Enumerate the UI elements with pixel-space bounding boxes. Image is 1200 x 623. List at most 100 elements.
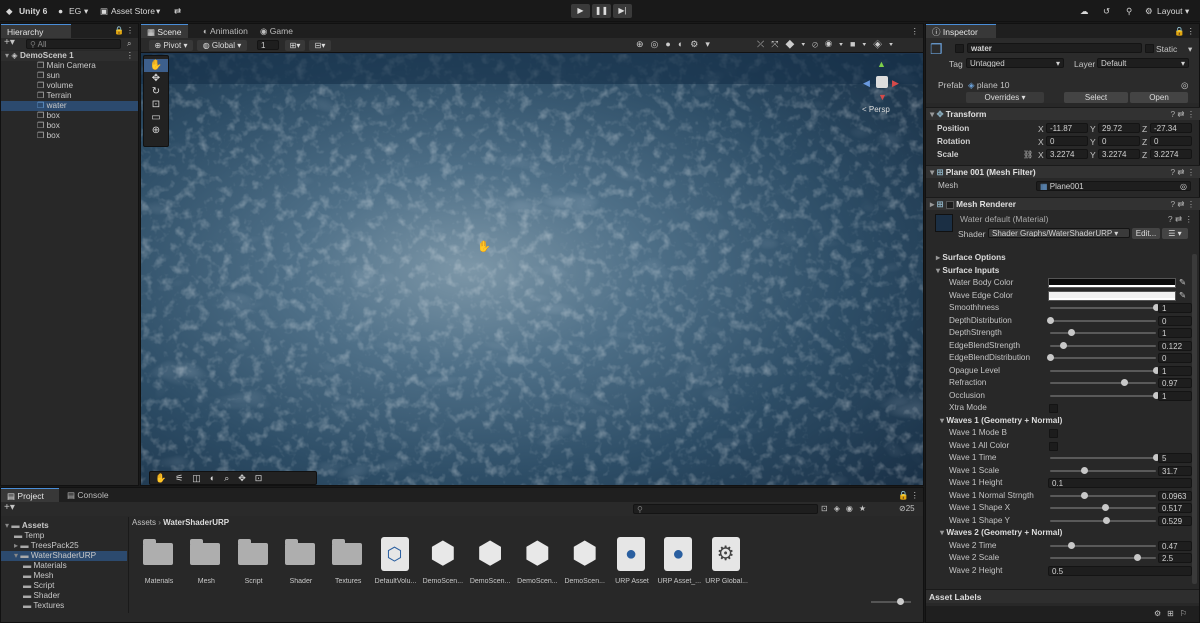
property-slider[interactable]: [1050, 541, 1156, 549]
shader-list-button[interactable]: ☰ ▾: [1162, 228, 1188, 239]
position-x-input[interactable]: -11.87: [1046, 123, 1088, 133]
hierarchy-search-input[interactable]: ⚲ All: [26, 39, 121, 49]
inspector-scrollbar[interactable]: [1192, 254, 1197, 584]
rotation-y-input[interactable]: 0: [1098, 136, 1140, 146]
project-tree-item[interactable]: ▬ Temp: [1, 531, 127, 541]
prefab-field[interactable]: ◈ plane 10: [968, 80, 1010, 91]
hierarchy-item[interactable]: ❒ sun: [1, 71, 138, 81]
transform-tool-icon[interactable]: ⊕: [144, 124, 168, 137]
property-slider[interactable]: [1050, 491, 1156, 499]
persp-label[interactable]: < Persp: [862, 105, 890, 114]
property-value-input[interactable]: 0.0963: [1158, 490, 1192, 501]
hierarchy-item[interactable]: ❒ box: [1, 111, 138, 121]
rect-tool-icon[interactable]: ▭: [144, 111, 168, 124]
more-icon[interactable]: ⋮: [1187, 26, 1196, 37]
property-value-input[interactable]: 0.517: [1158, 503, 1192, 513]
scale-z-input[interactable]: 3.2274: [1150, 149, 1192, 159]
zoom-slider[interactable]: [871, 598, 911, 605]
status-icons[interactable]: ⚙⊞⚐: [1154, 609, 1193, 618]
account-dropdown[interactable]: EG: [69, 6, 81, 16]
property-slider[interactable]: [1050, 554, 1156, 561]
property-slider[interactable]: [1050, 516, 1156, 524]
hand-tool-icon[interactable]: ✋: [144, 59, 168, 72]
search-filter-icons[interactable]: ⊡◈◉★: [821, 504, 872, 513]
property-slider[interactable]: [1047, 354, 1156, 361]
lock-icon[interactable]: 🔒: [1174, 26, 1185, 37]
settings-icon[interactable]: ⚙: [1145, 6, 1153, 17]
asset-labels-header[interactable]: Asset Labels: [926, 589, 1199, 603]
position-z-input[interactable]: -27.34: [1150, 123, 1192, 133]
transform-header[interactable]: ▾ ✥ Transform? ⇄ ⋮: [926, 107, 1200, 120]
hierarchy-item[interactable]: ❒ water: [1, 101, 138, 111]
pause-button[interactable]: ❚❚: [592, 4, 611, 18]
property-value-input[interactable]: 0.122: [1158, 340, 1192, 351]
hierarchy-item[interactable]: ❒ Terrain: [1, 91, 138, 101]
scale-tool-icon[interactable]: ⊡: [144, 98, 168, 111]
link-icon[interactable]: ⛓: [1023, 150, 1033, 159]
edit-shader-button[interactable]: Edit...: [1132, 228, 1160, 239]
property-slider[interactable]: [1050, 454, 1160, 461]
object-name-input[interactable]: water: [967, 43, 1142, 53]
property-checkbox[interactable]: [1049, 429, 1058, 438]
tab-inspector[interactable]: ⓘ Inspector: [926, 24, 996, 38]
property-value-input[interactable]: 0.5: [1048, 565, 1192, 576]
history-icon[interactable]: ↺: [1103, 6, 1110, 17]
scene-gizmo[interactable]: ▲ ▶ ◀ ▼ < Persp: [857, 56, 907, 116]
tab-game[interactable]: ◉ Game: [254, 24, 299, 38]
open-button[interactable]: Open: [1130, 92, 1188, 103]
property-checkbox[interactable]: [1049, 441, 1058, 451]
foldout-header[interactable]: ▾ Surface Inputs: [936, 265, 999, 277]
foldout-header[interactable]: ▸ Surface Options: [936, 252, 1006, 264]
tab-console[interactable]: ▤ Console: [61, 488, 119, 502]
rotate-tool-icon[interactable]: ↻: [144, 85, 168, 98]
overrides-dropdown[interactable]: Overrides ▾: [966, 92, 1044, 103]
lock-icon[interactable]: 🔒: [114, 26, 124, 35]
eyedropper-icon[interactable]: ✎: [1179, 277, 1186, 288]
add-icon[interactable]: +▾: [4, 502, 15, 513]
tag-dropdown[interactable]: Untagged ▾: [966, 58, 1064, 68]
property-slider[interactable]: [1050, 391, 1160, 399]
cloud-icon[interactable]: ☁: [1080, 6, 1089, 17]
eyedropper-icon[interactable]: ✎: [1179, 290, 1186, 301]
lock-icon[interactable]: 🔒: [898, 490, 909, 501]
property-slider[interactable]: [1050, 304, 1160, 311]
property-value-input[interactable]: 1: [1158, 328, 1192, 338]
draw-mode-toolbar[interactable]: ⊕◎●◐⚙▾: [636, 39, 717, 50]
color-field[interactable]: [1048, 290, 1176, 301]
layout-dropdown[interactable]: Layout: [1157, 6, 1183, 16]
tab-hierarchy[interactable]: Hierarchy: [1, 24, 71, 38]
tab-project[interactable]: ▤ Project: [1, 488, 59, 502]
add-icon[interactable]: +▾: [4, 37, 15, 48]
global-dropdown[interactable]: ◍ Global ▾: [197, 40, 247, 51]
select-button[interactable]: Select: [1064, 92, 1128, 103]
view-tools-overlay[interactable]: ✋⚟◫◐⌕✥⊡: [149, 471, 317, 485]
property-slider[interactable]: [1050, 329, 1156, 336]
filter-icon[interactable]: ⌕: [127, 39, 131, 49]
property-value-input[interactable]: 1: [1158, 365, 1192, 376]
property-value-input[interactable]: 0.47: [1158, 540, 1192, 551]
active-checkbox[interactable]: [955, 44, 964, 53]
property-checkbox[interactable]: [1049, 404, 1058, 413]
pivot-dropdown[interactable]: ⊕ Pivot ▾: [149, 40, 193, 51]
step-button[interactable]: ▶|: [613, 4, 632, 18]
target-icon[interactable]: ◎: [1181, 80, 1188, 91]
hierarchy-item[interactable]: ❒ Main Camera: [1, 61, 138, 71]
hierarchy-scene-row[interactable]: ▾ ◈ DemoScene 1 ⋮: [1, 51, 138, 61]
hierarchy-item[interactable]: ❒ box: [1, 121, 138, 131]
project-tree-item[interactable]: ▬ Textures: [1, 601, 127, 611]
material-menu-icons[interactable]: ? ⇄ ⋮: [1168, 214, 1193, 225]
position-y-input[interactable]: 29.72: [1098, 123, 1140, 133]
hierarchy-item[interactable]: ❒ volume: [1, 81, 138, 91]
property-value-input[interactable]: 0.1: [1048, 478, 1192, 488]
water-render[interactable]: [141, 54, 923, 485]
project-tree-item[interactable]: ▬ Mesh: [1, 571, 127, 581]
project-tree-item[interactable]: ▬ Script: [1, 581, 127, 591]
chevron-down-icon[interactable]: ▾: [1188, 44, 1192, 55]
property-slider[interactable]: [1050, 366, 1160, 374]
foldout-header[interactable]: ▾ Waves 2 (Geometry + Normal): [940, 527, 1062, 539]
hierarchy-item[interactable]: ❒ box: [1, 131, 138, 141]
version-control-icon[interactable]: ⇄: [174, 6, 181, 17]
property-value-input[interactable]: 0: [1158, 315, 1192, 326]
property-value-input[interactable]: 0.529: [1158, 515, 1192, 526]
tab-animation[interactable]: ◐ Animation: [197, 24, 254, 38]
